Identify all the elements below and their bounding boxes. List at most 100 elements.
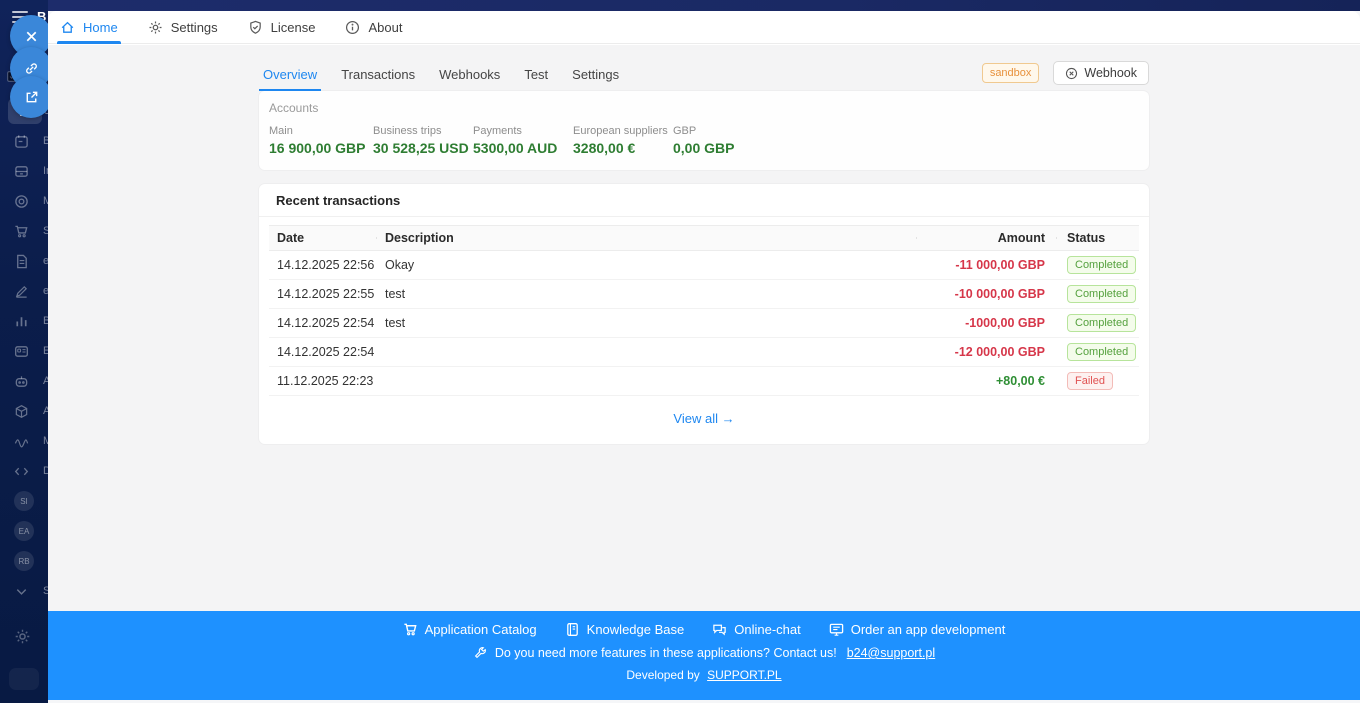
sidebar-footer-blob [9,668,39,690]
col-date: Date [269,231,377,245]
transaction-date: 14.12.2025 22:56 [269,258,377,272]
sidebar-item-ea-app[interactable]: EA E [0,516,48,546]
close-icon [24,29,39,44]
footer-link-application-catalog[interactable]: Application Catalog [403,622,537,637]
app-top-nav: Home Settings License About [48,11,1360,44]
status-badge: Completed [1067,285,1136,303]
wave-icon [14,434,29,449]
wrench-icon [473,646,487,660]
home-icon [60,20,75,35]
sidebar-item-employees[interactable]: E [0,336,48,366]
sandbox-badge: sandbox [982,63,1040,83]
chevron-down-icon [14,584,29,599]
sidebar-item-si-app[interactable]: SI S [0,486,48,516]
sidebar-item-ai[interactable]: A [0,366,48,396]
info-icon [345,20,360,35]
calendar-icon [14,134,29,149]
recent-transactions-title: Recent transactions [259,184,1149,217]
transaction-date: 14.12.2025 22:54 [269,345,377,359]
book-icon [565,622,580,637]
table-row[interactable]: 14.12.2025 22:56 Okay -11 000,00 GBP Com… [269,251,1139,280]
footer-contact-email-link[interactable]: b24@support.pl [847,646,935,660]
footer-link-online-chat[interactable]: Online-chat [712,622,800,637]
code-icon [14,464,29,479]
nav-label: About [368,20,402,35]
gear-icon [14,628,31,645]
sidebar-settings[interactable] [14,628,31,650]
accounts-title: Accounts [269,101,1139,115]
col-amount: Amount [917,231,1057,245]
sidebar-item-show-more[interactable]: S [0,576,48,606]
footer-link-knowledge-base[interactable]: Knowledge Base [565,622,685,637]
tab-settings[interactable]: Settings [568,67,623,91]
col-description: Description [377,231,917,245]
support-footer: Application Catalog Knowledge Base Onlin… [48,611,1360,700]
account-gbp: GBP 0,00 GBP [673,125,773,156]
section-tabs: Overview Transactions Webhooks Test Sett… [259,45,1149,91]
account-payments: Payments 5300,00 AUD [473,125,573,156]
sidebar-item-esign-pen[interactable]: e [0,276,48,306]
tab-transactions[interactable]: Transactions [337,67,419,91]
robot-icon [14,374,29,389]
target-icon [14,194,29,209]
circle-x-icon [1065,67,1078,80]
transaction-amount: -12 000,00 GBP [917,345,1057,359]
table-row[interactable]: 11.12.2025 22:23 +80,00 € Failed [269,367,1139,396]
sidebar-item-inventory[interactable]: In [0,156,48,186]
card-icon [14,344,29,359]
transaction-date: 11.12.2025 22:23 [269,374,377,388]
col-status: Status [1057,231,1139,245]
transaction-date: 14.12.2025 22:55 [269,287,377,301]
tab-test[interactable]: Test [520,67,552,91]
nav-item-about[interactable]: About [345,11,402,44]
sidebar-item-sales[interactable]: S [0,216,48,246]
nav-item-home[interactable]: Home [60,11,118,44]
external-link-icon [24,90,39,105]
avatar-si: SI [14,491,34,511]
developer-link[interactable]: SUPPORT.PL [707,668,781,682]
view-all-link[interactable]: View all → [673,411,734,426]
sidebar-item-devops[interactable]: D [0,456,48,486]
tab-webhooks[interactable]: Webhooks [435,67,504,91]
developed-by-label: Developed by [626,668,699,682]
table-row[interactable]: 14.12.2025 22:54 test -1000,00 GBP Compl… [269,309,1139,338]
chat-icon [712,622,727,637]
sidebar-item-market[interactable]: M [0,426,48,456]
sidebar-item-bi[interactable]: B [0,306,48,336]
nav-item-license[interactable]: License [248,11,316,44]
transaction-description: test [377,316,917,330]
background-top-strip [48,0,1360,11]
transaction-amount: -11 000,00 GBP [917,258,1057,272]
account-business-trips: Business trips 30 528,25 USD [373,125,473,156]
nav-label: License [271,20,316,35]
document-icon [14,254,29,269]
table-row[interactable]: 14.12.2025 22:54 -12 000,00 GBP Complete… [269,338,1139,367]
table-row[interactable]: 14.12.2025 22:55 test -10 000,00 GBP Com… [269,280,1139,309]
avatar-ea: EA [14,521,34,541]
sidebar-item-esign-doc[interactable]: e [0,246,48,276]
status-badge: Completed [1067,314,1136,332]
status-badge: Failed [1067,372,1113,390]
app-slider-panel: Home Settings License About Overview Tra… [48,11,1360,611]
app-content: Overview Transactions Webhooks Test Sett… [48,45,1360,611]
sidebar-item-rb-app[interactable]: RB R [0,546,48,576]
transaction-amount: -10 000,00 GBP [917,287,1057,301]
transaction-date: 14.12.2025 22:54 [269,316,377,330]
footer-link-order-app-development[interactable]: Order an app development [829,622,1006,637]
nav-item-settings[interactable]: Settings [148,11,218,44]
cart-icon [14,224,29,239]
sidebar-item-apps[interactable]: A [0,396,48,426]
open-new-window-button[interactable] [10,76,52,118]
gear-icon [148,20,163,35]
sidebar-item-marketing[interactable]: M [0,186,48,216]
status-badge: Completed [1067,256,1136,274]
tab-overview[interactable]: Overview [259,67,321,91]
nav-label: Settings [171,20,218,35]
bar-chart-icon [14,314,29,329]
transactions-table: Date Description Amount Status 14.12.202… [269,225,1139,396]
sidebar-item-bookings[interactable]: B [0,126,48,156]
cart-icon [403,622,418,637]
account-european-suppliers: European suppliers 3280,00 € [573,125,673,156]
status-badge: Completed [1067,343,1136,361]
webhook-button[interactable]: Webhook [1053,61,1149,85]
